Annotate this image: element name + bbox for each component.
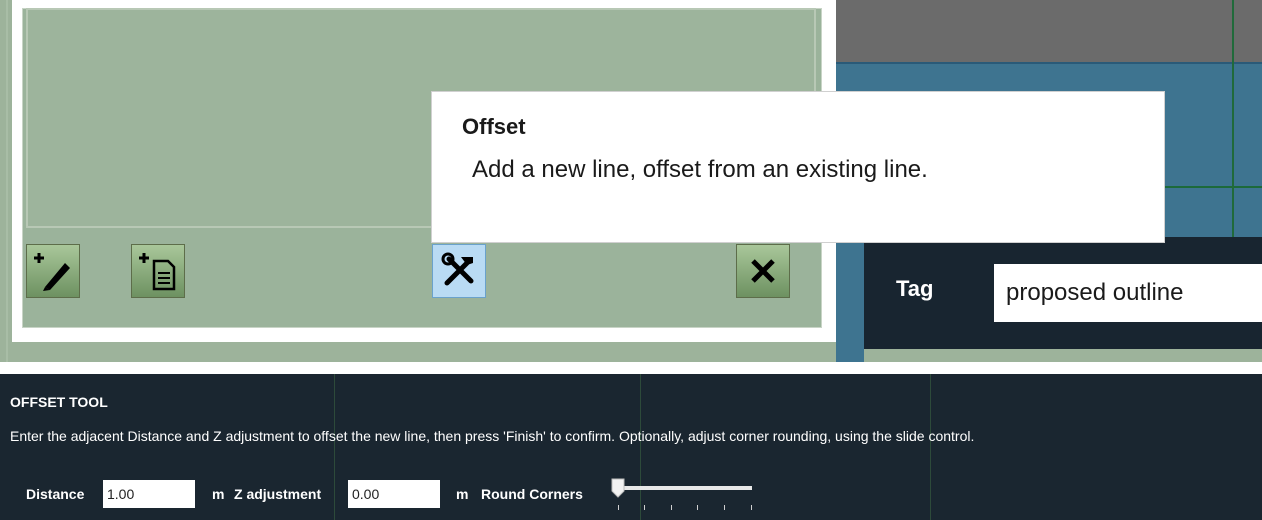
- offset-tools-button[interactable]: [432, 244, 486, 298]
- slider-tick: [697, 505, 698, 510]
- slider-tick: [644, 505, 645, 510]
- map-grid-line: [930, 374, 931, 520]
- slider-tick: [618, 505, 619, 510]
- distance-label: Distance: [26, 486, 85, 502]
- z-adjustment-label: Z adjustment: [234, 486, 322, 502]
- hammer-wrench-icon: [441, 252, 474, 286]
- close-x-icon: [751, 259, 775, 283]
- offset-tool-instructions: Enter the adjacent Distance and Z adjust…: [10, 428, 975, 444]
- z-adjustment-input[interactable]: [348, 480, 440, 508]
- z-adjustment-unit: m: [456, 486, 469, 502]
- tag-input[interactable]: [994, 264, 1262, 322]
- close-button[interactable]: [736, 244, 790, 298]
- distance-input[interactable]: [103, 480, 195, 508]
- map-area-blue: [836, 237, 864, 362]
- add-pencil-icon: [34, 253, 70, 291]
- divider: [0, 362, 1262, 374]
- slider-thumb[interactable]: [611, 478, 625, 498]
- distance-unit: m: [212, 486, 225, 502]
- add-line-button[interactable]: [26, 244, 80, 298]
- tooltip-description: Add a new line, offset from an existing …: [472, 156, 928, 183]
- map-grid-line: [836, 62, 1262, 64]
- tooltip-title: Offset: [462, 114, 526, 139]
- add-document-icon: [139, 253, 176, 291]
- slider-tick: [671, 505, 672, 510]
- map-boundary-line: [1232, 0, 1234, 237]
- offset-tool-title: OFFSET TOOL: [10, 394, 108, 410]
- round-corners-label: Round Corners: [481, 486, 583, 502]
- frame-divider: [6, 0, 8, 362]
- round-corners-slider[interactable]: [605, 474, 765, 520]
- map-grid-line: [334, 374, 335, 520]
- slider-tick: [724, 505, 725, 510]
- offset-tooltip: Offset Add a new line, offset from an ex…: [432, 92, 1164, 242]
- map-view[interactable]: Tag Offset Add a new line, offset from a…: [0, 0, 1262, 362]
- slider-track: [618, 486, 752, 490]
- map-area-gray: [836, 0, 1262, 62]
- add-document-button[interactable]: [131, 244, 185, 298]
- slider-tick: [751, 505, 752, 510]
- tag-label: Tag: [896, 276, 934, 301]
